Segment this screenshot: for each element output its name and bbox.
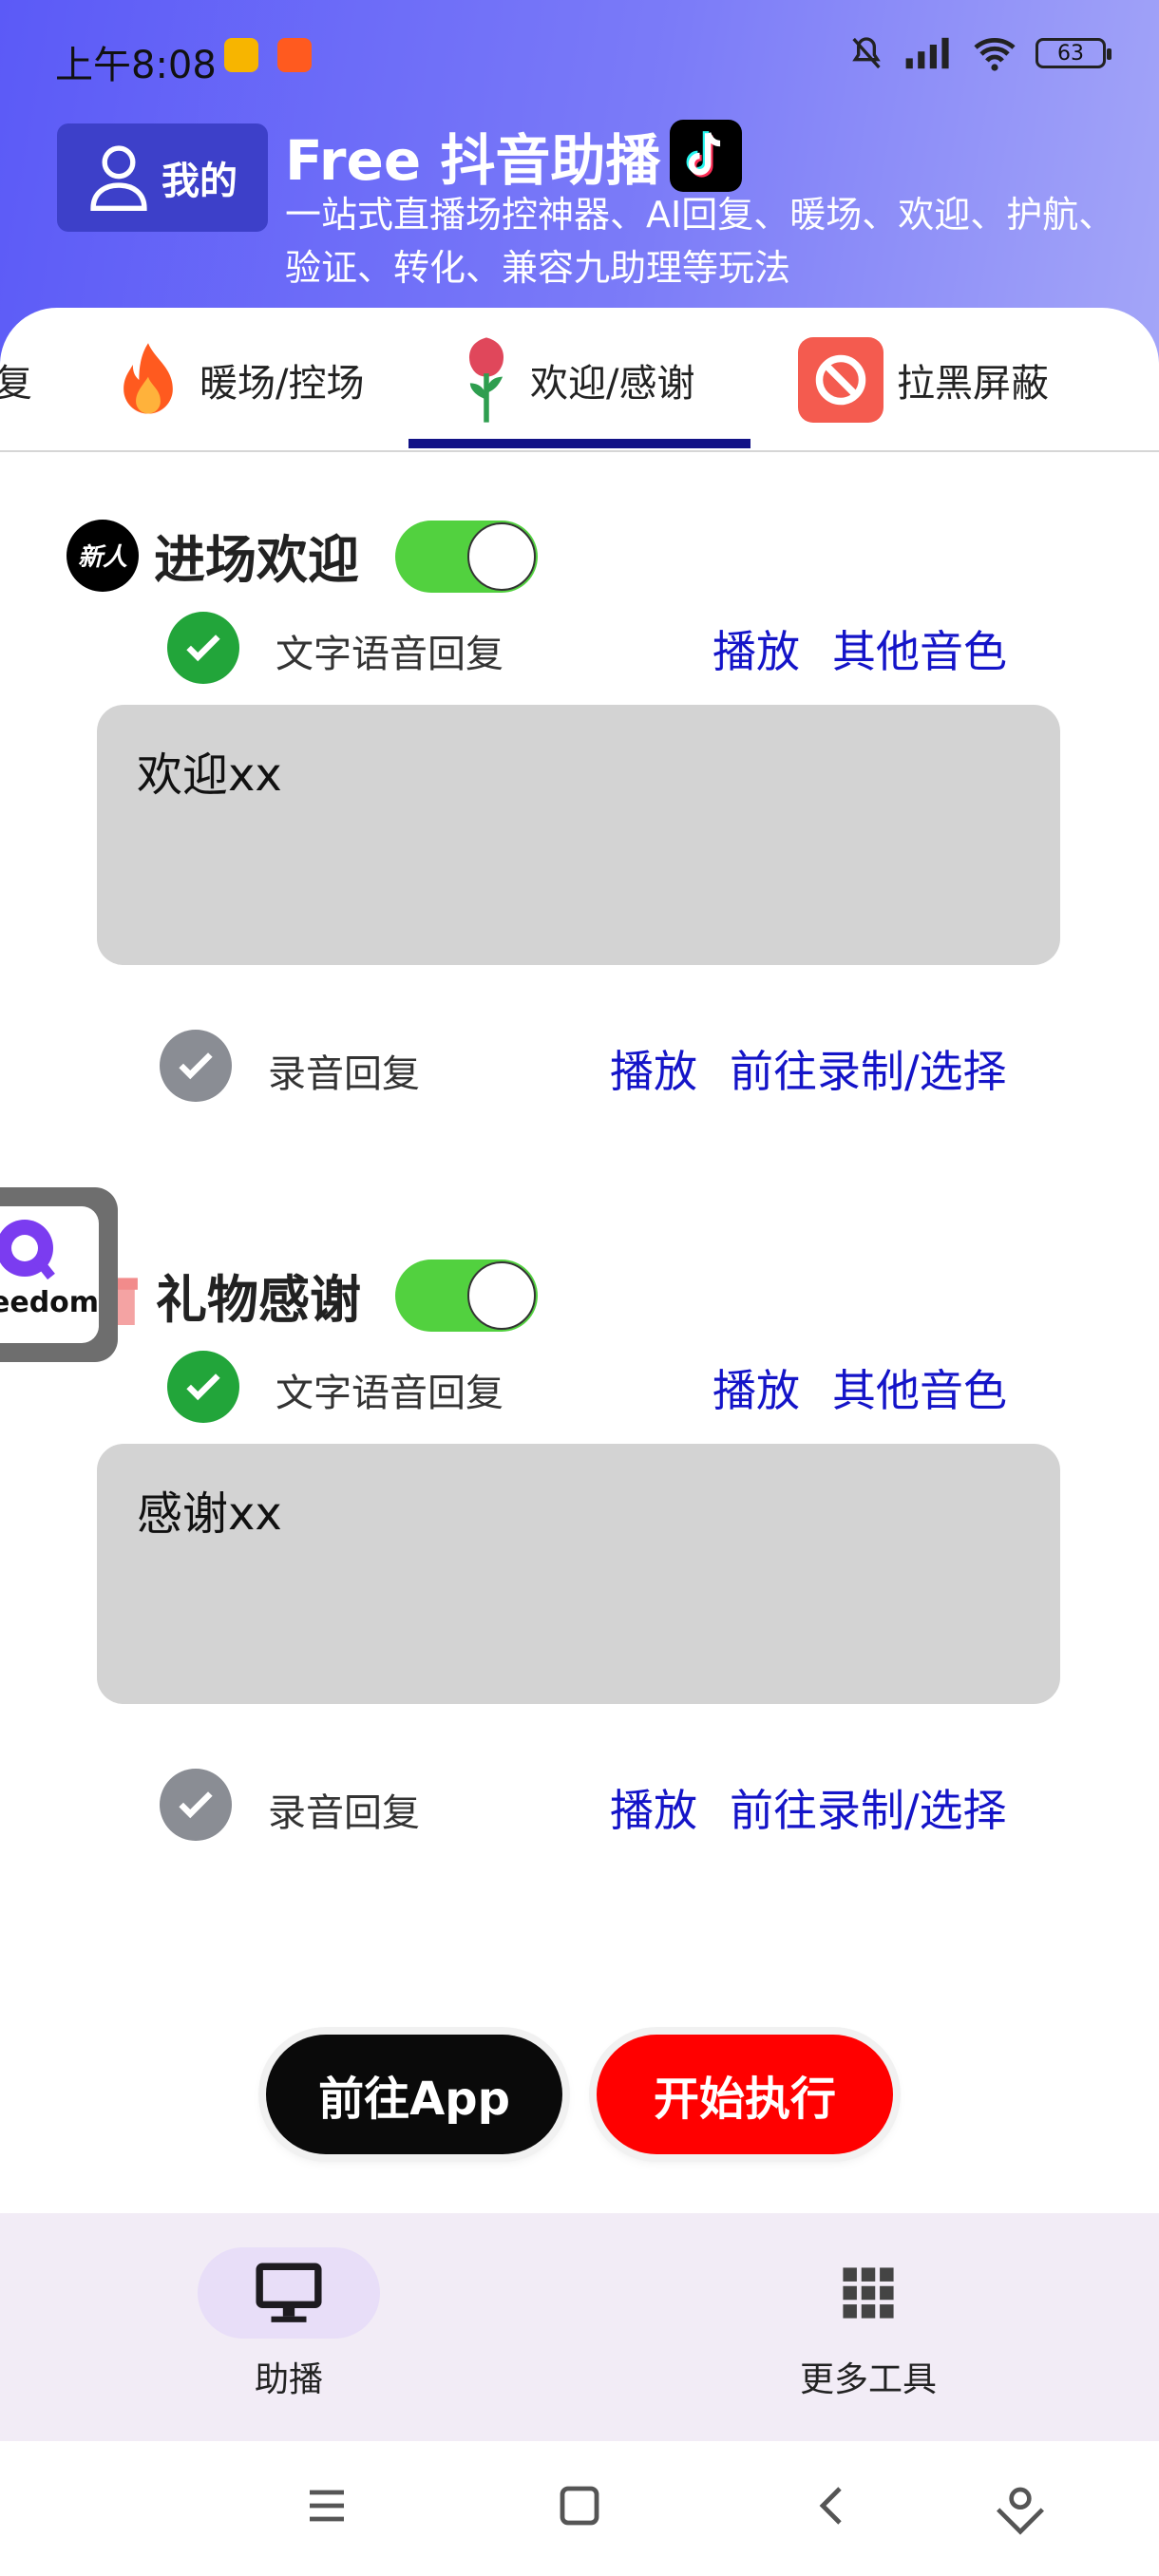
system-navigation-bar (0, 2441, 1159, 2576)
floating-widget-card: eedom (0, 1206, 99, 1343)
gift-record-checkbox[interactable] (160, 1769, 232, 1841)
toggle-knob (467, 1261, 536, 1330)
nav-assist[interactable]: 助播 (198, 2247, 380, 2401)
freedom-logo-icon (0, 1220, 55, 1280)
welcome-title: 进场欢迎 (154, 530, 359, 590)
checkmark-icon (179, 1052, 213, 1080)
weibo-icon (224, 38, 258, 72)
tab-block[interactable]: 拉黑屏蔽 (798, 336, 1049, 424)
checkmark-icon (186, 635, 220, 662)
floating-widget-text: eedom (0, 1286, 99, 1319)
my-profile-button[interactable]: 我的 (57, 123, 268, 232)
gift-play-link[interactable]: 播放 (712, 1356, 800, 1419)
welcome-record-checkbox[interactable] (160, 1030, 232, 1102)
rose-icon (468, 337, 504, 423)
signal-icon (905, 37, 949, 69)
monitor-icon (256, 2263, 322, 2322)
nav-pill (777, 2247, 960, 2339)
menu-icon[interactable] (304, 2483, 350, 2529)
start-execute-button[interactable]: 开始执行 (597, 2035, 893, 2154)
tab-label: 欢迎/感谢 (530, 362, 695, 406)
app-title-text: Free 抖音助播 (285, 128, 661, 193)
floating-widget[interactable]: eedom (0, 1187, 118, 1362)
fire-icon (124, 343, 173, 414)
status-time: 上午8:08 (55, 44, 217, 87)
tab-bar: 复 暖场/控场 欢迎/感谢 拉黑屏蔽 (0, 308, 1159, 452)
tiktok-logo-icon (670, 120, 743, 192)
home-icon[interactable] (557, 2483, 602, 2529)
block-icon (798, 337, 884, 423)
status-bar: 上午8:08 63 (0, 0, 1159, 114)
newcomer-icon: 新人 (66, 519, 139, 592)
grid-icon (843, 2267, 894, 2319)
kuaishou-icon (277, 38, 312, 72)
tab-active-indicator (408, 439, 750, 448)
welcome-text-voice-checkbox[interactable] (167, 612, 239, 684)
tab-welcome-thanks[interactable]: 欢迎/感谢 (456, 336, 694, 424)
mute-bell-icon (852, 37, 881, 69)
gift-other-voice-link[interactable]: 其他音色 (832, 1356, 1007, 1419)
status-icons: 63 (847, 34, 1112, 72)
gift-section-title: 礼物感谢 (82, 1258, 361, 1333)
nav-active-pill (198, 2247, 380, 2339)
wifi-icon (974, 37, 1016, 71)
gift-text-voice-label: 文字语音回复 (276, 1372, 504, 1415)
goto-app-button[interactable]: 前往App (266, 2035, 562, 2154)
welcome-record-play-link[interactable]: 播放 (610, 1037, 697, 1100)
gift-text-voice-checkbox[interactable] (167, 1351, 239, 1423)
gift-record-label: 录音回复 (268, 1791, 420, 1835)
tab-label: 拉黑屏蔽 (897, 362, 1049, 406)
bottom-navigation: 助播 更多工具 (0, 2213, 1159, 2441)
welcome-play-link[interactable]: 播放 (712, 617, 800, 680)
assistant-icon[interactable] (994, 2483, 1047, 2536)
nav-more-tools[interactable]: 更多工具 (777, 2247, 960, 2401)
nav-label: 更多工具 (799, 2360, 937, 2399)
welcome-toggle[interactable] (395, 521, 538, 593)
my-profile-label: 我的 (162, 160, 238, 203)
tab-warmup[interactable]: 暖场/控场 (110, 336, 364, 424)
welcome-section-title: 新人 进场欢迎 (66, 518, 359, 593)
gift-goto-record-link[interactable]: 前往录制/选择 (730, 1776, 1007, 1839)
back-icon[interactable] (809, 2483, 855, 2529)
checkmark-icon (179, 1791, 213, 1819)
tab-reply[interactable]: 复 (0, 336, 32, 424)
welcome-record-label: 录音回复 (268, 1052, 420, 1096)
battery-indicator: 63 (1036, 38, 1112, 68)
tab-label: 暖场/控场 (200, 362, 365, 406)
welcome-other-voice-link[interactable]: 其他音色 (832, 617, 1007, 680)
app-subtitle: 一站式直播场控神器、AI回复、暖场、欢迎、护航、验证、转化、兼容九助理等玩法 (285, 194, 1115, 289)
welcome-goto-record-link[interactable]: 前往录制/选择 (730, 1037, 1007, 1100)
toggle-knob (467, 522, 536, 591)
welcome-text-voice-label: 文字语音回复 (276, 633, 504, 676)
gift-toggle[interactable] (395, 1260, 538, 1332)
gift-title: 礼物感谢 (156, 1270, 361, 1330)
gift-record-play-link[interactable]: 播放 (610, 1776, 697, 1839)
nav-label: 助播 (254, 2360, 323, 2399)
gift-message-input[interactable]: 感谢xx (97, 1444, 1060, 1704)
checkmark-icon (186, 1373, 220, 1401)
app-title: Free 抖音助播 (285, 116, 743, 196)
user-icon (90, 145, 147, 211)
tab-label: 复 (0, 352, 32, 407)
welcome-message-input[interactable]: 欢迎xx (97, 705, 1060, 965)
